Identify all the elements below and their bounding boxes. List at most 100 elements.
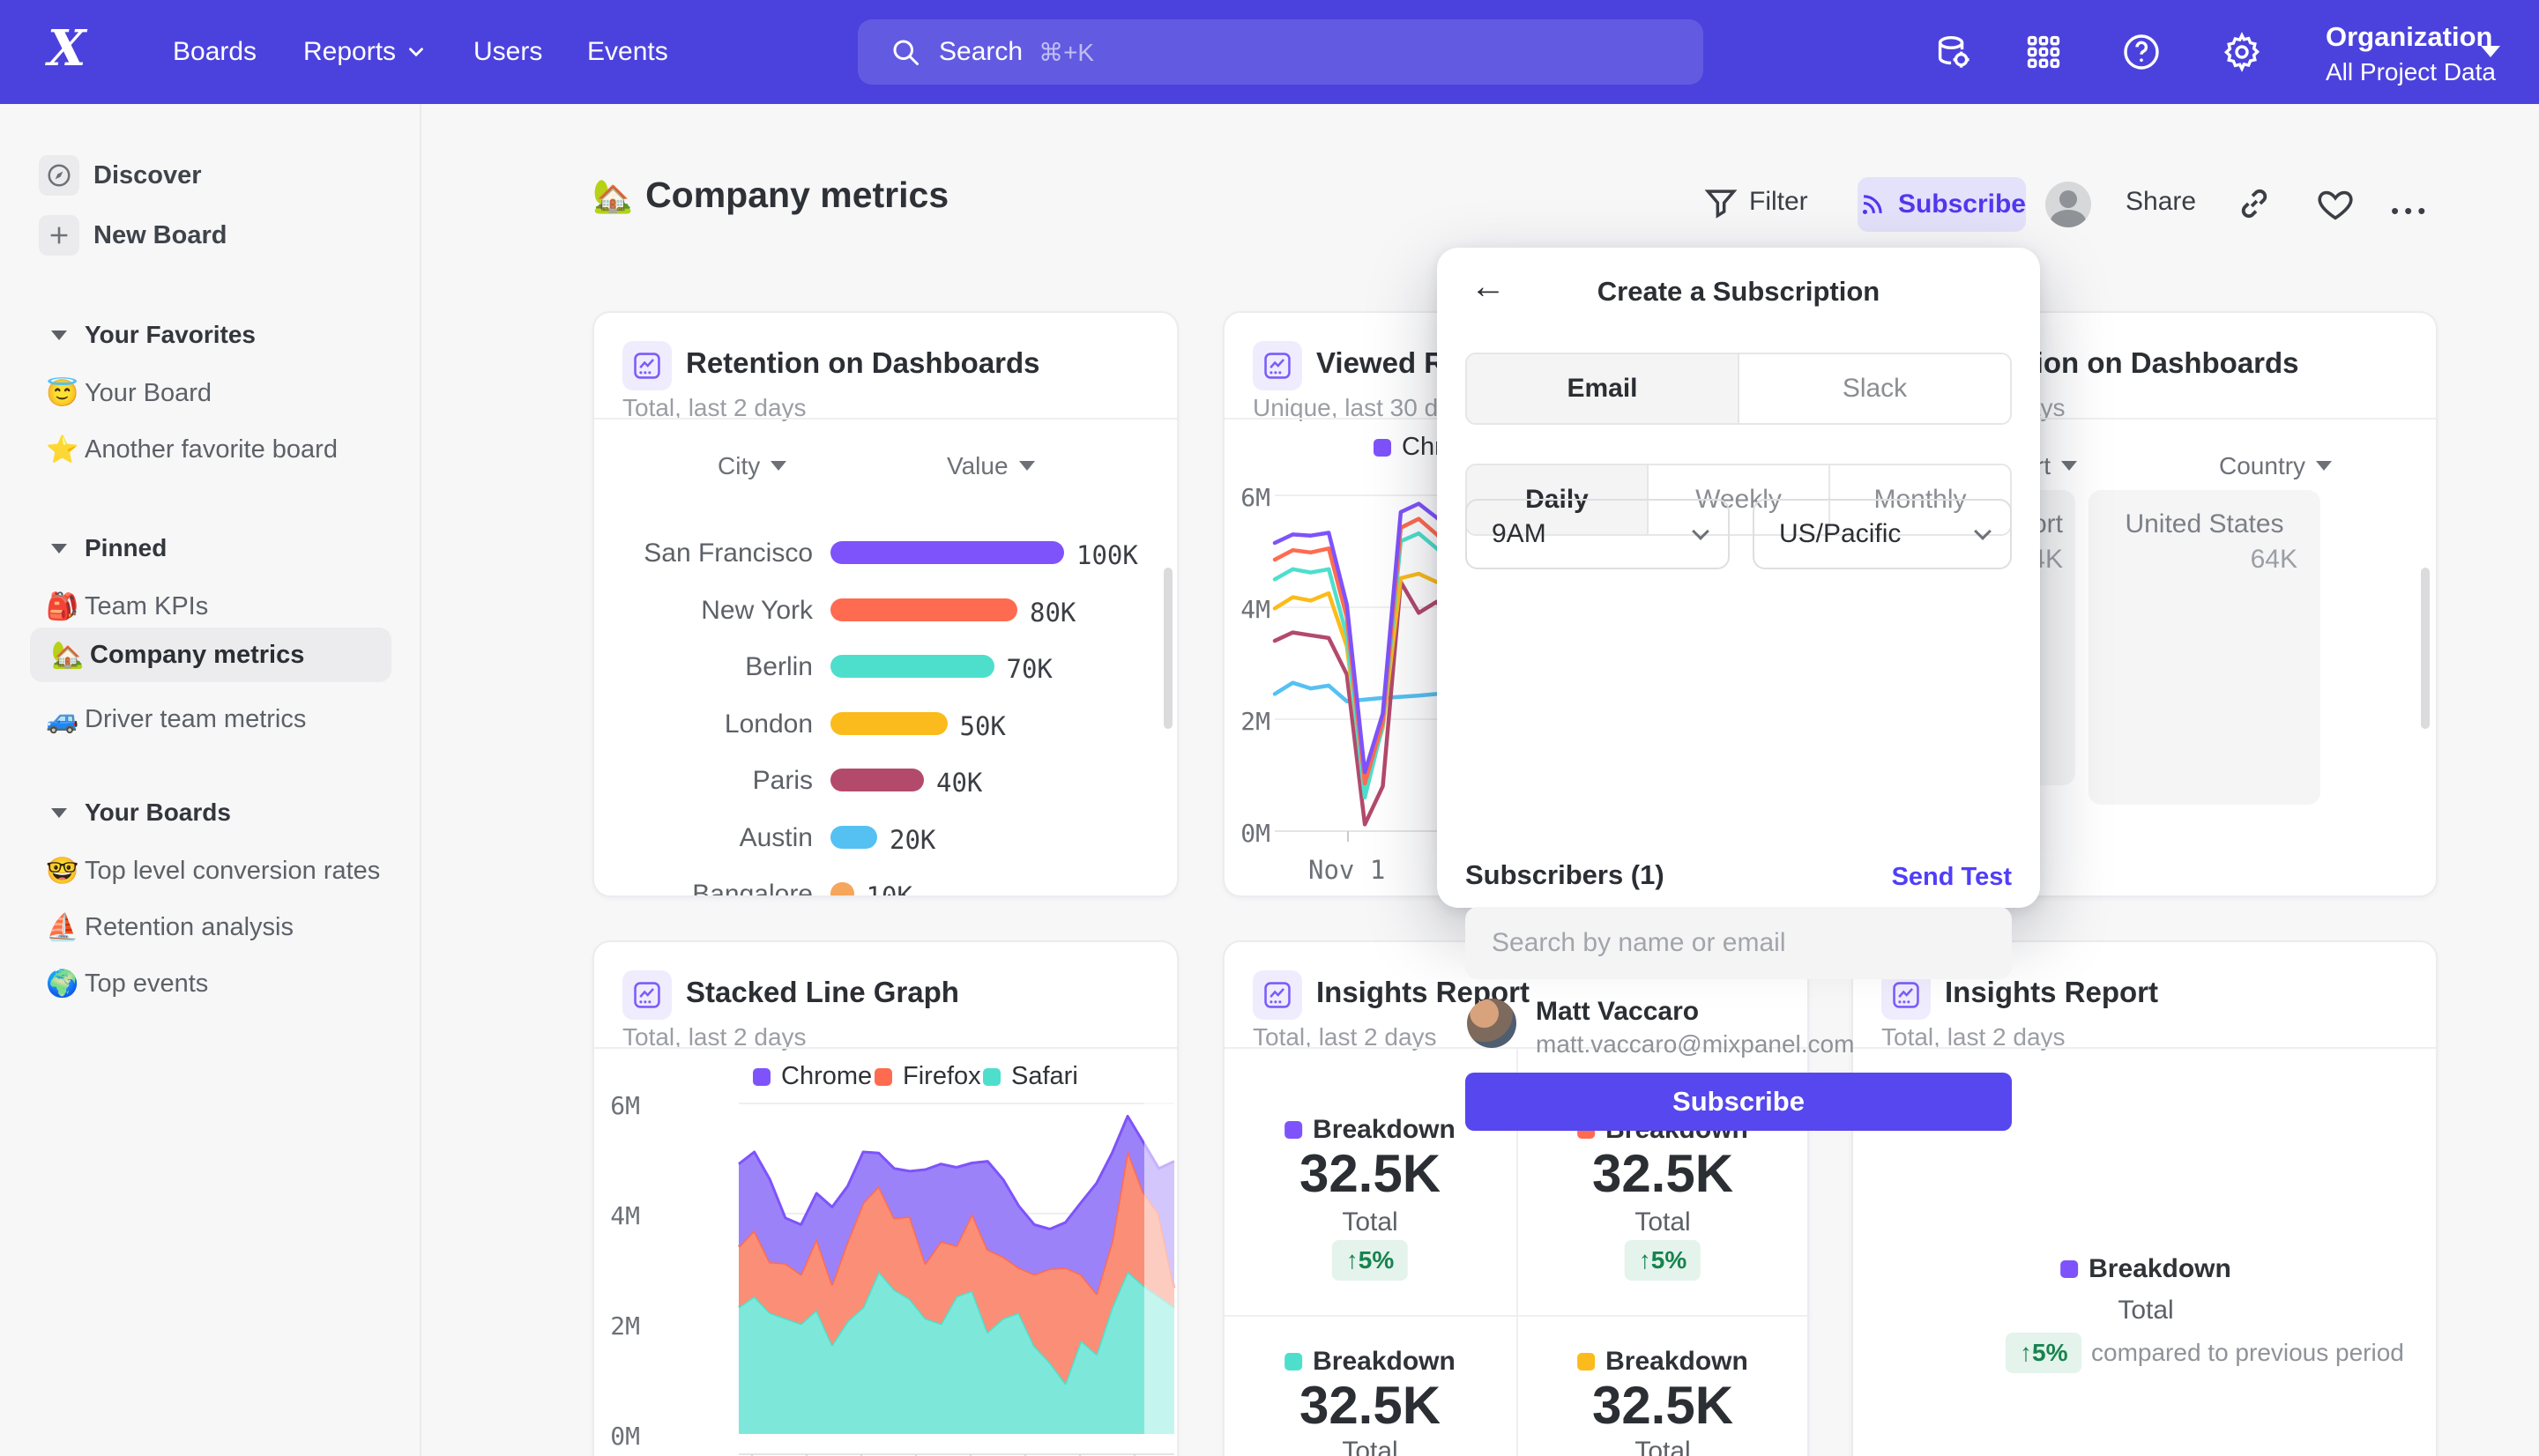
data-management-icon[interactable]	[1930, 29, 1976, 75]
global-search-input[interactable]: Search ⌘+K	[858, 19, 1703, 85]
apps-grid-icon[interactable]	[2021, 29, 2066, 75]
column-header-city[interactable]: City	[718, 452, 786, 480]
delta-badge: ↑5%	[1625, 1240, 1701, 1281]
table-row: Berlin 70K	[594, 652, 1179, 687]
metric-value: 32.5K	[1299, 1375, 1441, 1436]
project-name: All Project Data	[2326, 58, 2520, 86]
subscriber-search-input[interactable]	[1465, 907, 2012, 979]
sidebar: Discover New Board Your Favorites 😇 Your…	[0, 104, 421, 1456]
filter-icon[interactable]	[1701, 182, 1742, 227]
table-cell-united-states: United States 64K	[2089, 490, 2320, 805]
table-row: Bangalore 10K	[594, 880, 1179, 897]
sidebar-item-top-events[interactable]: 🌍 Top events	[0, 961, 421, 1007]
sidebar-item-label: New Board	[93, 221, 227, 250]
stacked-area-chart	[594, 942, 1179, 1456]
metric-legend: Breakdown	[1284, 1115, 1456, 1145]
favorite-heart-icon[interactable]	[2315, 183, 2356, 228]
timezone-select[interactable]: US/Pacific	[1753, 499, 2012, 569]
top-navbar: X Boards Reports Users Events Search ⌘+K…	[0, 0, 2539, 104]
board-emoji: 🌍	[46, 969, 85, 999]
card-stacked-line-graph: Stacked Line Graph Total, last 2 days Ch…	[592, 940, 1179, 1456]
avatar[interactable]	[2045, 182, 2091, 227]
sidebar-section-pinned[interactable]: Pinned	[0, 529, 421, 568]
metric-legend: Breakdown	[1284, 1347, 1456, 1377]
plus-icon	[39, 215, 79, 256]
delta-badge: ↑5%	[1332, 1240, 1408, 1281]
nav-users[interactable]: Users	[473, 0, 542, 104]
sidebar-item-new-board[interactable]: New Board	[0, 210, 421, 261]
table-row: London 50K	[594, 709, 1179, 745]
sidebar-item-team-kpis[interactable]: 🎒 Team KPIs	[0, 583, 421, 629]
column-header-country[interactable]: Country	[2219, 452, 2332, 480]
column-header-value[interactable]: Value	[947, 452, 1035, 480]
x-axis-label: Nov 1	[1308, 855, 1385, 885]
create-subscription-modal: ← Create a Subscription Email Slack Dail…	[1437, 248, 2040, 908]
subscribe-button[interactable]: Subscribe	[1858, 177, 2026, 232]
sidebar-item-driver-team-metrics[interactable]: 🚙 Driver team metrics	[0, 696, 421, 742]
delta-badge: ↑5%	[2006, 1333, 2081, 1373]
subscriber-name: Matt Vaccaro	[1536, 997, 1699, 1027]
chevron-down-icon	[2481, 46, 2500, 57]
sidebar-section-your-favorites[interactable]: Your Favorites	[0, 316, 421, 354]
metric-legend: Breakdown	[2060, 1254, 2231, 1284]
metric-value: 32.5K	[1299, 1143, 1441, 1204]
share-button[interactable]: Share	[2126, 187, 2196, 217]
board-emoji: ⛵	[46, 912, 85, 943]
sidebar-item-your-board[interactable]: 😇 Your Board	[0, 370, 421, 416]
settings-gear-icon[interactable]	[2219, 29, 2265, 75]
metric-value: 32.5K	[1592, 1375, 1733, 1436]
board-emoji: 🏡	[51, 640, 90, 671]
metric-value: 32.5K	[1592, 1143, 1733, 1204]
chevron-down-icon	[51, 808, 67, 818]
board-emoji: 😇	[46, 378, 85, 409]
board-emoji: 🚙	[46, 704, 85, 735]
copy-link-icon[interactable]	[2234, 183, 2275, 228]
rss-icon	[1858, 189, 1887, 220]
delta-note: compared to previous period	[2091, 1339, 2404, 1367]
board-emoji: ⭐	[46, 435, 85, 465]
nav-boards[interactable]: Boards	[173, 0, 257, 104]
table-row: San Francisco 100K	[594, 539, 1179, 574]
sidebar-item-another-favorite-board[interactable]: ⭐ Another favorite board	[0, 427, 421, 472]
chevron-down-icon	[51, 331, 67, 340]
tab-slack[interactable]: Slack	[1738, 354, 2010, 423]
subscriber-email: matt.vaccaro@mixpanel.com	[1536, 1030, 1854, 1059]
metric-sub: Total	[1634, 1437, 1690, 1456]
chevron-down-icon	[51, 544, 67, 553]
mixpanel-logo-icon[interactable]: X	[48, 19, 86, 78]
modal-subscribe-button[interactable]: Subscribe	[1465, 1073, 2012, 1131]
card-title[interactable]: Retention on Dashboards	[686, 346, 1040, 380]
sidebar-item-label: Discover	[93, 161, 202, 190]
sidebar-item-company-metrics[interactable]: 🏡 Company metrics	[30, 628, 391, 682]
search-icon	[890, 36, 921, 68]
more-options-icon[interactable]: •••	[2391, 197, 2431, 225]
metric-sub: Total	[1342, 1437, 1397, 1456]
time-select[interactable]: 9AM	[1465, 499, 1730, 569]
subscribers-label: Subscribers (1)	[1465, 859, 1664, 891]
sidebar-item-discover[interactable]: Discover	[0, 150, 421, 201]
metric-legend: Breakdown	[1577, 1347, 1748, 1377]
scrollbar[interactable]	[2421, 568, 2430, 729]
scrollbar[interactable]	[1164, 568, 1173, 729]
table-row: Paris 40K	[594, 766, 1179, 801]
nav-events[interactable]: Events	[587, 0, 668, 104]
report-chart-icon	[1253, 970, 1302, 1020]
chevron-down-icon	[405, 41, 428, 63]
send-test-link[interactable]: Send Test	[1892, 863, 2012, 892]
channel-tabs: Email Slack	[1465, 353, 2012, 425]
search-placeholder: Search	[939, 37, 1023, 67]
report-chart-icon	[622, 341, 672, 390]
tab-email[interactable]: Email	[1467, 354, 1738, 423]
card-retention-on-dashboards: Retention on Dashboards Total, last 2 da…	[592, 311, 1179, 897]
board-emoji: 🎒	[46, 591, 85, 622]
card-title[interactable]: Insights Report	[1945, 976, 2158, 1009]
sidebar-item-retention-analysis[interactable]: ⛵ Retention analysis	[0, 904, 421, 950]
nav-reports[interactable]: Reports	[303, 0, 428, 104]
metric-sub: Total	[1342, 1207, 1397, 1237]
help-icon[interactable]	[2118, 29, 2164, 75]
board-emoji: 🤓	[46, 856, 85, 887]
sidebar-section-your-boards[interactable]: Your Boards	[0, 793, 421, 832]
filter-button[interactable]: Filter	[1749, 187, 1808, 217]
chevron-down-icon	[1974, 523, 1992, 540]
sidebar-item-top-level-conversion-rates[interactable]: 🤓 Top level conversion rates	[0, 848, 421, 894]
